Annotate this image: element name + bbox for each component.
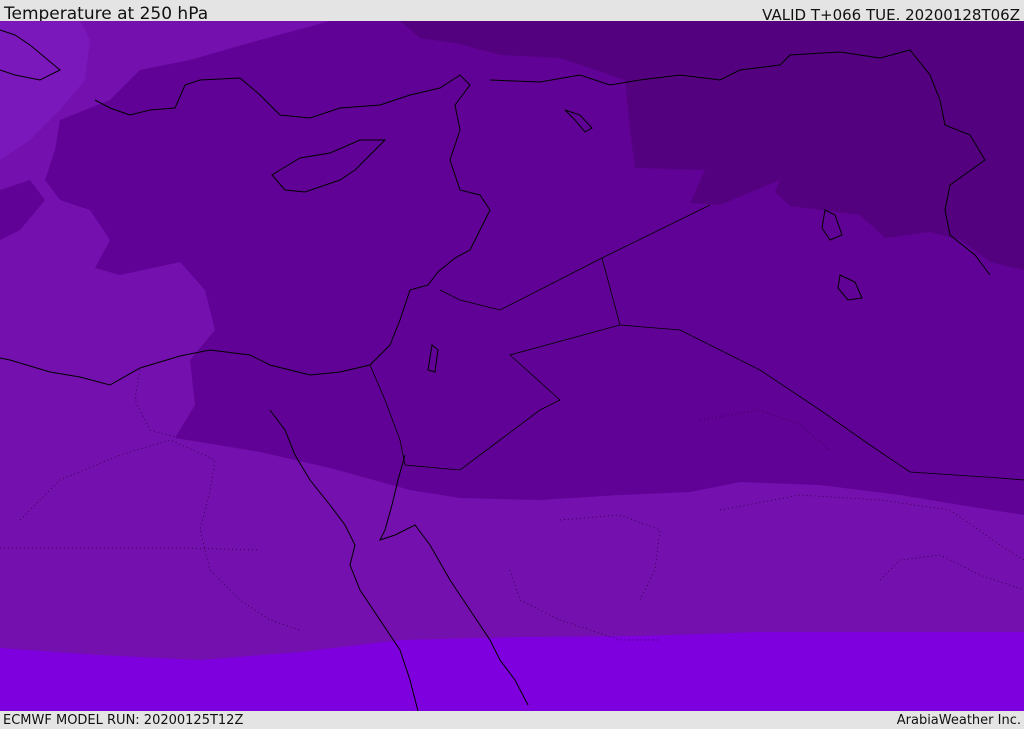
model-run-label: ECMWF MODEL RUN: 20200125T12Z [3,713,244,728]
map-figure: Temperature at 250 hPa VALID T+066 TUE. … [0,0,1024,729]
header-bar: Temperature at 250 hPa VALID T+066 TUE. … [0,0,1024,24]
temperature-map-svg [0,21,1024,711]
footer-bar: ECMWF MODEL RUN: 20200125T12Z ArabiaWeat… [0,711,1024,729]
map-canvas [0,21,1024,711]
credit-label: ArabiaWeather Inc. [896,713,1021,728]
